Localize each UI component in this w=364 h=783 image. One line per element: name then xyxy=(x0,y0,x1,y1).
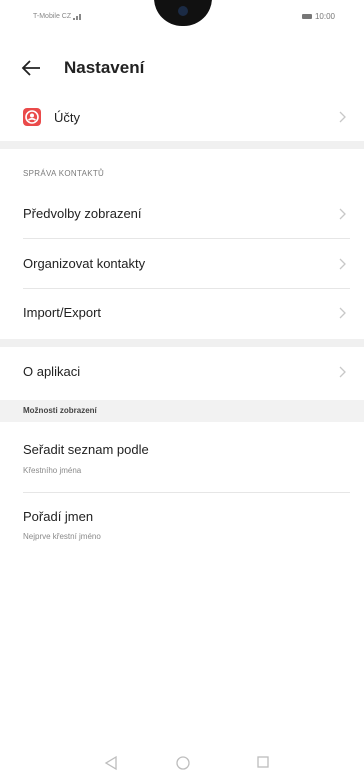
circle-home-icon[interactable] xyxy=(175,755,191,771)
page-title: Nastavení xyxy=(64,58,145,77)
phone-screen: T-Mobile CZ 10:00 Nastavení Účty SPRÁVA … xyxy=(0,0,364,783)
carrier-info: T-Mobile CZ xyxy=(33,13,83,20)
account-icon xyxy=(23,108,41,126)
front-camera xyxy=(178,6,188,16)
clock: 10:00 xyxy=(314,12,335,21)
chevron-right-icon xyxy=(339,307,346,319)
battery-icon xyxy=(301,14,312,19)
signal-icon xyxy=(73,14,82,20)
chevron-right-icon xyxy=(339,208,346,220)
carrier-name: T-Mobile CZ xyxy=(33,13,72,20)
divider xyxy=(23,238,350,239)
triangle-back-icon[interactable] xyxy=(104,755,118,771)
item-label: Předvolby zobrazení xyxy=(23,206,142,221)
section-gap xyxy=(0,339,364,347)
item-value: Křestního jména xyxy=(23,466,82,475)
section-gap xyxy=(0,141,364,149)
section-heading-contacts: SPRÁVA KONTAKTŮ xyxy=(23,169,105,178)
arrow-left-icon[interactable] xyxy=(20,58,42,78)
section-heading-display-options: Možnosti zobrazení xyxy=(0,400,364,422)
divider xyxy=(23,288,350,289)
accounts-label: Účty xyxy=(54,110,80,125)
item-label: Import/Export xyxy=(23,305,102,320)
list-item-sort-by[interactable]: Seřadit seznam podle Křestního jména xyxy=(0,430,364,488)
item-label: O aplikaci xyxy=(23,364,81,379)
item-value: Nejprve křestní jméno xyxy=(23,532,101,541)
item-label: Pořadí jmen xyxy=(23,509,94,524)
item-label: Organizovat kontakty xyxy=(23,256,146,271)
list-item-organize-contacts[interactable]: Organizovat kontakty xyxy=(0,243,364,285)
status-bar: T-Mobile CZ 10:00 xyxy=(0,0,364,44)
chevron-right-icon xyxy=(339,366,346,378)
list-item-import-export[interactable]: Import/Export xyxy=(0,292,364,334)
section-heading-label: Možnosti zobrazení xyxy=(23,406,97,415)
system-navigation-bar xyxy=(0,745,364,783)
list-item-about[interactable]: O aplikaci xyxy=(0,352,364,392)
chevron-right-icon xyxy=(339,258,346,270)
square-recent-icon[interactable] xyxy=(256,755,270,769)
divider xyxy=(23,492,350,493)
item-label: Seřadit seznam podle xyxy=(23,442,149,457)
status-right: 10:00 xyxy=(301,12,335,21)
app-header: Nastavení xyxy=(0,44,364,92)
accounts-row[interactable]: Účty xyxy=(0,98,364,136)
list-item-display-preferences[interactable]: Předvolby zobrazení xyxy=(0,193,364,235)
list-item-name-order[interactable]: Pořadí jmen Nejprve křestní jméno xyxy=(0,498,364,556)
chevron-right-icon xyxy=(339,111,346,123)
